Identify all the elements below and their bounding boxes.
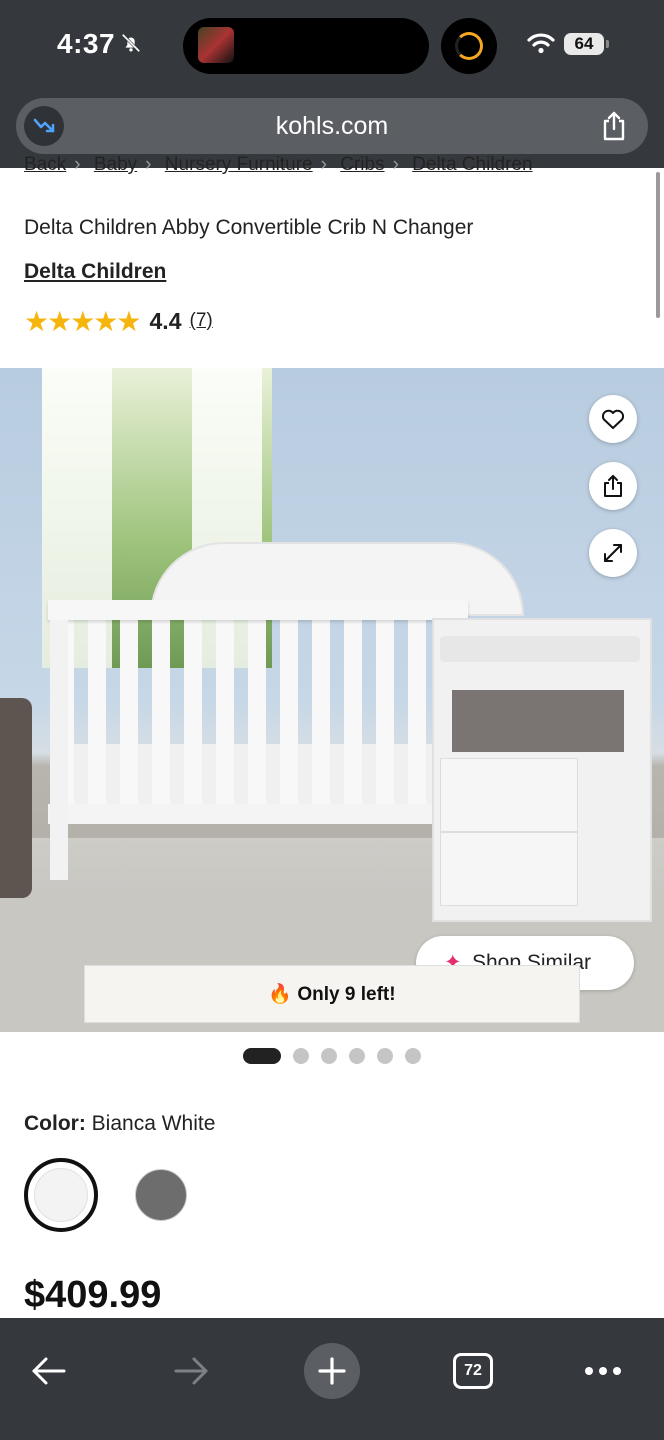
activity-indicator [441,18,497,74]
color-value: Bianca White [91,1112,216,1135]
battery-tip [606,40,609,48]
crib-leg [50,620,68,880]
more-button[interactable] [580,1336,626,1406]
new-tab-button[interactable] [304,1336,360,1406]
forward-button[interactable] [168,1336,214,1406]
battery-indicator: 64 [564,33,604,55]
rating-value: 4.4 [149,307,182,334]
address-bar[interactable]: kohls.com [16,98,648,154]
carousel-dot[interactable] [321,1048,337,1064]
plus-icon [318,1357,346,1385]
changer-drawer [440,832,578,906]
breadcrumb-baby[interactable]: Baby [94,154,137,174]
breadcrumb: Back › Baby › Nursery Furniture › Cribs › De… [24,154,533,174]
star-rating: ★★★★★ [24,305,142,337]
product-image[interactable] [0,368,664,1032]
rating-summary[interactable]: ★★★★★ 4.4 (7) [24,304,213,338]
breadcrumb-back[interactable]: Back [24,154,66,174]
back-button[interactable] [26,1336,72,1406]
brand-link[interactable]: Delta Children [24,260,166,284]
url-text[interactable]: kohls.com [16,112,648,141]
stock-message: Only 9 left! [297,984,396,1005]
expand-icon [604,544,622,562]
fire-icon: 🔥 [268,984,293,1005]
breadcrumb-delta-children[interactable]: Delta Children [412,154,532,174]
tabs-icon: 72 [453,1353,493,1389]
wishlist-button[interactable] [589,395,637,443]
carousel-dot[interactable] [349,1048,365,1064]
product-title: Delta Children Abby Convertible Crib N C… [24,216,474,239]
scrollbar[interactable] [656,172,660,318]
wifi-icon [527,33,555,54]
share-product-button[interactable] [589,462,637,510]
storage-basket [452,690,624,752]
product-price: $409.99 [24,1274,162,1316]
status-time: 4:37 [57,28,116,59]
back-arrow-icon [32,1357,66,1385]
crib-rail [48,600,468,620]
share-icon [604,475,622,497]
stock-banner: 🔥 Only 9 left! [84,965,580,1023]
heart-icon [601,409,625,429]
changing-pad [440,636,640,662]
breadcrumb-cribs[interactable]: Cribs [340,154,384,174]
more-icon [585,1367,621,1375]
carousel-dot[interactable] [377,1048,393,1064]
carousel-dot[interactable] [405,1048,421,1064]
image-carousel-dots [0,1048,664,1064]
forward-arrow-icon [174,1357,208,1385]
tabs-button[interactable]: 72 [452,1336,494,1406]
expand-image-button[interactable] [589,529,637,577]
swatch-bianca-white[interactable] [24,1158,98,1232]
color-selection: Color: Bianca White [24,1112,215,1136]
changer-drawer [440,758,578,832]
breadcrumb-nursery-furniture[interactable]: Nursery Furniture [165,154,313,174]
color-label: Color: [24,1112,86,1135]
crib-bottom-rail [48,804,438,824]
now-playing-artwork [198,27,234,63]
carousel-dot[interactable] [293,1048,309,1064]
share-icon[interactable] [600,110,628,142]
sofa [0,698,32,898]
crib-slats [56,618,436,808]
carousel-dot[interactable] [243,1048,281,1064]
review-count-link[interactable]: (7) [190,310,213,332]
bell-slash-icon [121,33,141,53]
browser-toolbar: 72 [0,1318,664,1440]
status-bar: 4:37 64 [0,0,664,92]
swatch-gray[interactable] [135,1169,187,1221]
